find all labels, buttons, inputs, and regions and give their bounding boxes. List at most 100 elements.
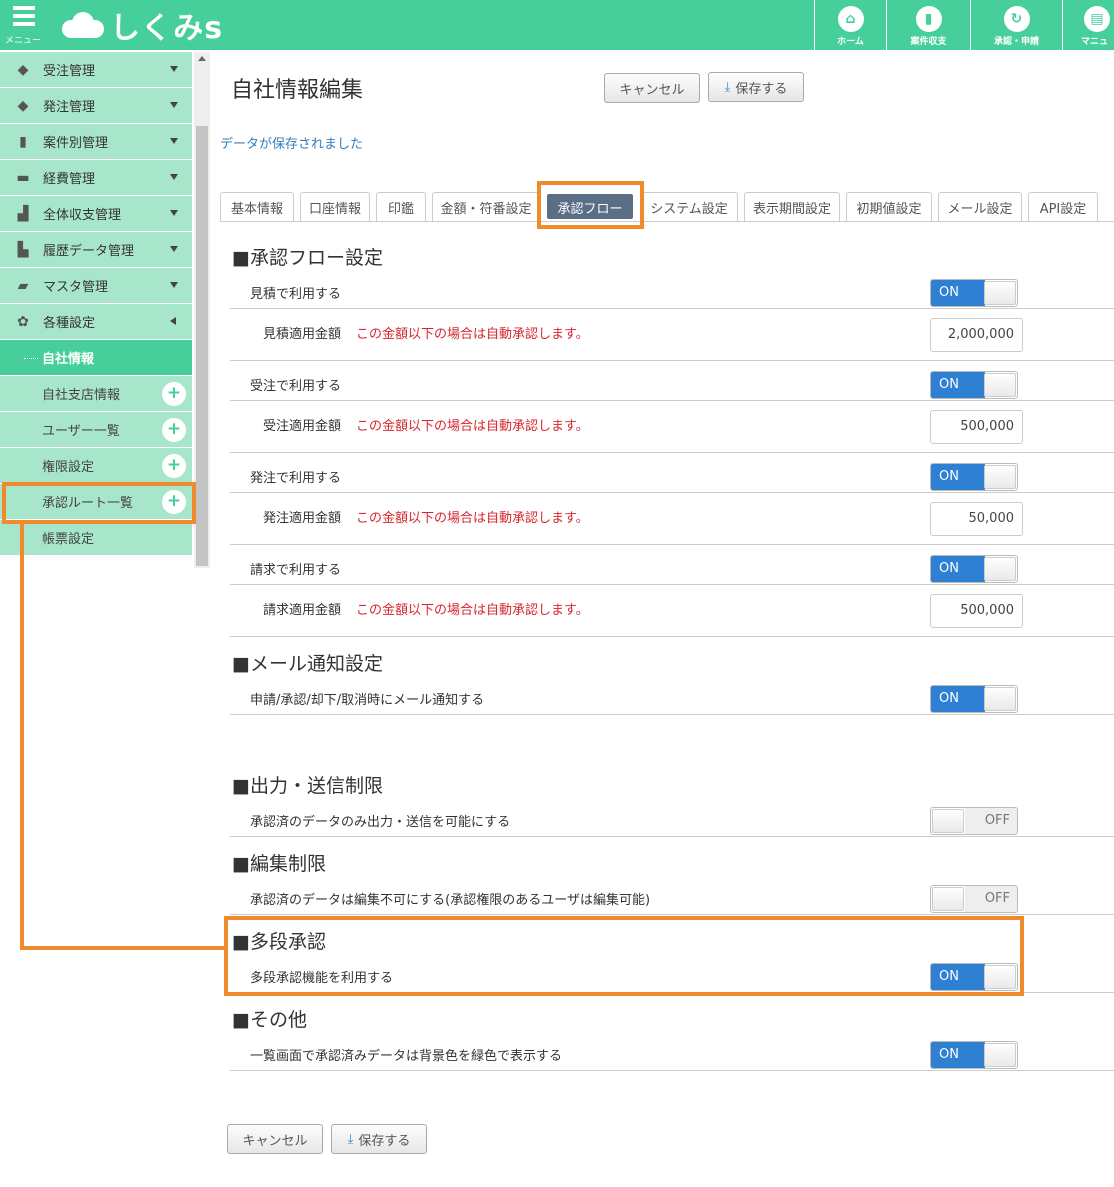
- tab-account-info[interactable]: 口座情報: [300, 192, 370, 221]
- download-icon: ⤓: [724, 79, 731, 95]
- section-title-other: ■その他: [232, 1009, 307, 1031]
- estimate-amount-input[interactable]: 2,000,000: [930, 318, 1023, 352]
- sidebar-item-history-data[interactable]: ▙ 履歴データ管理: [0, 232, 192, 268]
- sidebar-subitem-forms[interactable]: 帳票設定: [0, 520, 192, 556]
- save-button-top[interactable]: ⤓ 保存する: [708, 72, 804, 102]
- highlight-approval-flow-tab: [537, 181, 644, 229]
- sidebar-item-label: 発注管理: [43, 100, 96, 115]
- purchase-amount-input[interactable]: 50,000: [930, 502, 1023, 536]
- cancel-button-bottom[interactable]: キャンセル: [227, 1124, 323, 1154]
- book-icon: ▤: [1084, 6, 1110, 32]
- auto-approve-note: この金額以下の場合は自動承認します。: [356, 511, 589, 526]
- menu-label: メニュー: [4, 36, 41, 46]
- menu-button[interactable]: メニュー: [0, 0, 46, 50]
- sidebar-item-label: 全体収支管理: [43, 208, 122, 223]
- tab-system-settings[interactable]: システム設定: [640, 192, 738, 221]
- tab-amount-numbering[interactable]: 金額・符番設定: [432, 192, 540, 221]
- sidebar-item-label: 各種設定: [43, 316, 96, 331]
- sidebar-subitem-label: 自社支店情報: [42, 388, 121, 403]
- plus-icon[interactable]: +: [162, 418, 186, 442]
- section-divider: [230, 914, 1114, 915]
- nav-approval-label: 承認・申請: [993, 37, 1039, 47]
- toggle-knob: [984, 1043, 1016, 1067]
- sidebar-item-purchase-management[interactable]: ◆ 発注管理: [0, 88, 192, 124]
- sidebar-item-settings[interactable]: ✿ 各種設定: [0, 304, 192, 340]
- scroll-up-icon[interactable]: [198, 56, 206, 61]
- nav-project-balance[interactable]: ▮ 案件収支: [886, 0, 970, 50]
- purchase-amount-label: 発注適用金額: [263, 511, 342, 526]
- cancel-button-top[interactable]: キャンセル: [604, 73, 700, 103]
- order-amount-label: 受注適用金額: [263, 419, 342, 434]
- sidebar-item-order-management[interactable]: ◆ 受注管理: [0, 52, 192, 88]
- auto-approve-note: この金額以下の場合は自動承認します。: [356, 327, 589, 342]
- toggle-on-text: ON: [931, 686, 985, 712]
- tab-mail-settings[interactable]: メール設定: [938, 192, 1022, 221]
- chevron-down-icon: [170, 102, 178, 108]
- sidebar-subitem-permissions[interactable]: 権限設定 +: [0, 448, 192, 484]
- sidebar-subitem-user-list[interactable]: ユーザー一覧 +: [0, 412, 192, 448]
- sidebar-subitem-label: 自社情報: [42, 352, 95, 367]
- tabs-divider: [220, 221, 1114, 222]
- sidebar-subitem-company-info[interactable]: 自社情報: [0, 340, 192, 376]
- toggle-on-text: ON: [931, 464, 985, 490]
- row-divider: [230, 544, 1114, 545]
- chevron-down-icon: [170, 174, 178, 180]
- saved-message: データが保存されました: [220, 137, 364, 152]
- nav-home[interactable]: ⌂ ホーム: [814, 0, 886, 50]
- hamburger-icon: [13, 6, 35, 26]
- tab-api-settings[interactable]: API設定: [1028, 192, 1098, 221]
- scrollbar-thumb[interactable]: [196, 126, 208, 566]
- output-restrict-toggle[interactable]: OFF: [930, 807, 1018, 835]
- tag-icon: ◆: [17, 97, 29, 114]
- sidebar-item-overall-balance[interactable]: ▟ 全体収支管理: [0, 196, 192, 232]
- section-divider: [230, 836, 1114, 837]
- highlight-approval-route-list: [2, 482, 196, 524]
- sidebar-item-project-management[interactable]: ▮ 案件別管理: [0, 124, 192, 160]
- nav-manual[interactable]: ▤ マニュ: [1062, 0, 1114, 50]
- row-divider: [230, 492, 1114, 493]
- app-logo[interactable]: しくみs: [62, 7, 223, 46]
- plus-icon[interactable]: +: [162, 382, 186, 406]
- toggle-knob: [932, 887, 964, 911]
- toggle-on-text: ON: [931, 372, 985, 398]
- chevron-down-icon: [170, 66, 178, 72]
- toggle-knob: [984, 687, 1016, 711]
- green-bg-toggle[interactable]: ON: [930, 1041, 1018, 1069]
- sidebar-item-expense-management[interactable]: ▬ 経費管理: [0, 160, 192, 196]
- tab-display-period[interactable]: 表示期間設定: [744, 192, 840, 221]
- tab-basic-info[interactable]: 基本情報: [220, 192, 294, 221]
- tab-seal[interactable]: 印鑑: [376, 192, 426, 221]
- save-button-bottom[interactable]: ⤓ 保存する: [331, 1124, 427, 1154]
- invoice-amount-input[interactable]: 500,000: [930, 594, 1023, 628]
- nav-manual-label: マニュ: [1081, 37, 1109, 47]
- purchase-use-toggle[interactable]: ON: [930, 463, 1018, 491]
- sidebar-item-master-management[interactable]: ▰ マスタ管理: [0, 268, 192, 304]
- toggle-knob: [984, 373, 1016, 397]
- auto-approve-note: この金額以下の場合は自動承認します。: [356, 603, 589, 618]
- sidebar-scrollbar[interactable]: [194, 52, 210, 568]
- tab-default-values[interactable]: 初期値設定: [846, 192, 932, 221]
- row-divider: [230, 584, 1114, 585]
- row-divider: [230, 400, 1114, 401]
- order-use-toggle[interactable]: ON: [930, 371, 1018, 399]
- sidebar: ◆ 受注管理 ◆ 発注管理 ▮ 案件別管理 ▬ 経費管理 ▟ 全体収支管理 ▙ 履歴データ管…: [0, 52, 192, 556]
- mail-notify-toggle[interactable]: ON: [930, 685, 1018, 713]
- toggle-knob: [984, 465, 1016, 489]
- download-icon: ⤓: [347, 1131, 354, 1147]
- invoice-use-toggle[interactable]: ON: [930, 555, 1018, 583]
- chevron-down-icon: [170, 138, 178, 144]
- invoice-amount-label: 請求適用金額: [263, 603, 342, 618]
- order-amount-input[interactable]: 500,000: [930, 410, 1023, 444]
- sidebar-item-label: 案件別管理: [43, 136, 109, 151]
- nav-approval[interactable]: ↻ 承認・申請: [970, 0, 1062, 50]
- row-divider: [230, 452, 1114, 453]
- edit-restrict-toggle[interactable]: OFF: [930, 885, 1018, 913]
- sidebar-subitem-branch-info[interactable]: 自社支店情報 +: [0, 376, 192, 412]
- refresh-icon: ↻: [1003, 6, 1030, 32]
- plus-icon[interactable]: +: [162, 454, 186, 478]
- logo-text: しくみs: [110, 11, 224, 46]
- estimate-use-toggle[interactable]: ON: [930, 279, 1018, 307]
- toggle-on-text: ON: [931, 280, 985, 306]
- connector-line-horizontal: [20, 946, 226, 950]
- row-divider: [230, 360, 1114, 361]
